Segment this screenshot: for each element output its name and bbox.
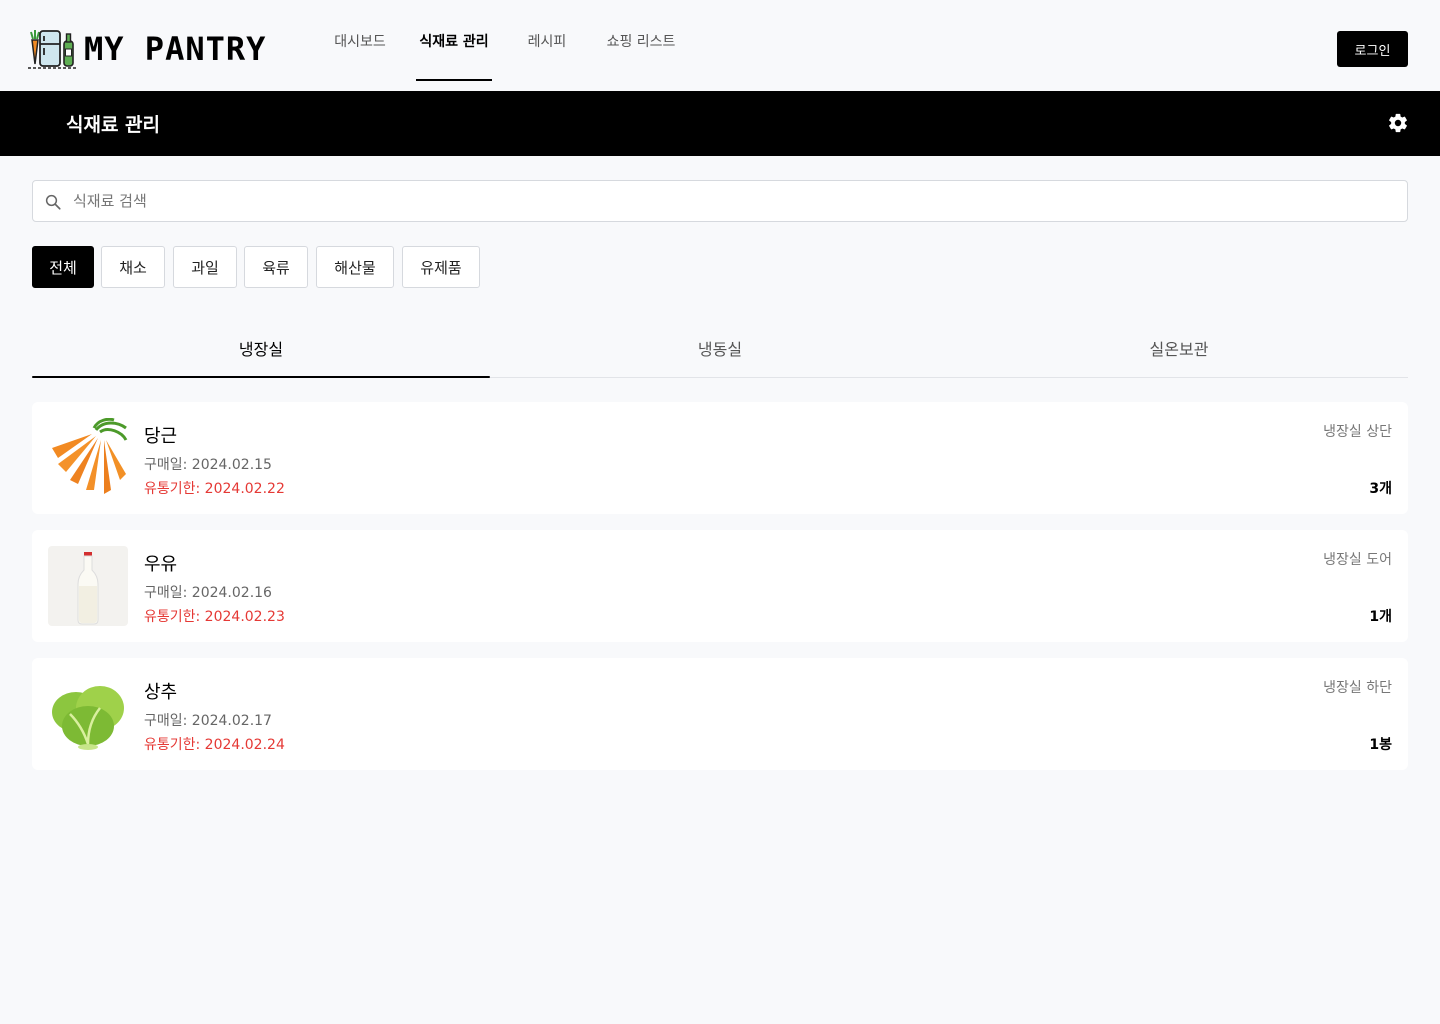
nav-item-dashboard[interactable]: 대시보드	[320, 0, 400, 81]
pantry-logo-icon	[28, 30, 76, 69]
purchase-date: 구매일: 2024.02.17	[144, 713, 272, 729]
chip-dairy[interactable]: 유제품	[402, 246, 480, 288]
expiry-date: 유통기한: 2024.02.22	[144, 481, 285, 497]
chip-meat[interactable]: 육류	[244, 246, 308, 288]
expiry-date: 유통기한: 2024.02.23	[144, 609, 285, 625]
page-header: 식재료 관리	[0, 91, 1440, 156]
page-title: 식재료 관리	[66, 114, 161, 136]
tab-fridge[interactable]: 냉장실	[32, 318, 490, 378]
login-button[interactable]: 로그인	[1337, 31, 1408, 67]
ingredient-name: 우유	[144, 554, 178, 575]
storage-location: 냉장실 상단	[1323, 424, 1392, 440]
nav-item-ingredients[interactable]: 식재료 관리	[416, 0, 492, 81]
chip-vegetables[interactable]: 채소	[101, 246, 165, 288]
search-icon	[45, 194, 61, 210]
ingredient-card[interactable]: 상추 구매일: 2024.02.17 유통기한: 2024.02.24 냉장실 …	[32, 658, 1408, 770]
nav-item-shopping-list[interactable]: 쇼핑 리스트	[591, 0, 691, 81]
logo[interactable]: MY PANTRY	[28, 28, 266, 70]
search-input[interactable]	[73, 181, 1393, 221]
storage-tabs: 냉장실 냉동실 실온보관	[32, 318, 1408, 378]
tab-freezer[interactable]: 냉동실	[491, 318, 949, 377]
quantity: 1봉	[1369, 737, 1392, 753]
logo-text: MY PANTRY	[84, 30, 267, 68]
purchase-date: 구매일: 2024.02.16	[144, 585, 272, 601]
chip-fruits[interactable]: 과일	[173, 246, 237, 288]
top-navigation: MY PANTRY 대시보드 식재료 관리 레시피 쇼핑 리스트 로그인	[0, 0, 1440, 91]
ingredient-card[interactable]: 우유 구매일: 2024.02.16 유통기한: 2024.02.23 냉장실 …	[32, 530, 1408, 642]
expiry-date: 유통기한: 2024.02.24	[144, 737, 285, 753]
ingredient-name: 당근	[144, 426, 178, 447]
storage-location: 냉장실 하단	[1323, 680, 1392, 696]
chip-seafood[interactable]: 해산물	[316, 246, 394, 288]
quantity: 1개	[1369, 609, 1392, 625]
main-nav: 대시보드 식재료 관리 레시피 쇼핑 리스트	[320, 0, 691, 91]
lettuce-image	[48, 674, 128, 754]
storage-location: 냉장실 도어	[1323, 552, 1392, 568]
chip-all[interactable]: 전체	[32, 246, 94, 288]
carrot-image	[48, 418, 128, 498]
tab-room-temp[interactable]: 실온보관	[950, 318, 1408, 377]
ingredient-name: 상추	[144, 682, 178, 703]
milk-image	[48, 546, 128, 626]
gear-icon[interactable]	[1387, 112, 1409, 134]
purchase-date: 구매일: 2024.02.15	[144, 457, 272, 473]
ingredient-card[interactable]: 당근 구매일: 2024.02.15 유통기한: 2024.02.22 냉장실 …	[32, 402, 1408, 514]
search-bar	[32, 180, 1408, 222]
nav-item-recipes[interactable]: 레시피	[507, 0, 587, 81]
quantity: 3개	[1369, 481, 1392, 497]
